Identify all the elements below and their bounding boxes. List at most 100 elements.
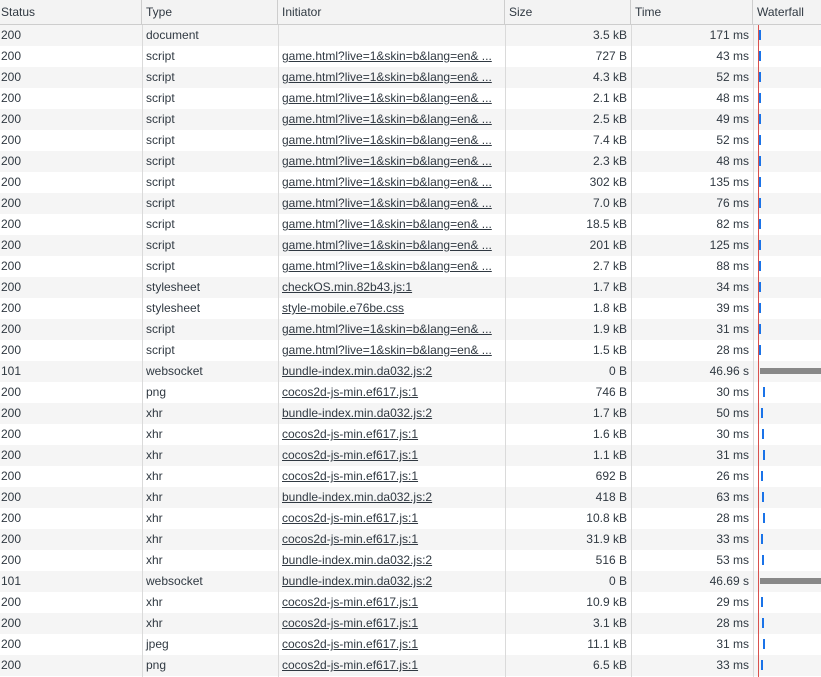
column-header-waterfall[interactable]: Waterfall [753,0,821,24]
column-header-initiator[interactable]: Initiator [278,0,505,24]
table-row[interactable]: 200 script game.html?live=1&skin=b&lang=en… [0,109,821,130]
time-cell: 39 ms [716,301,749,315]
initiator-link[interactable]: bundle-index.min.da032.js:2 [282,490,432,504]
type-cell: script [146,112,175,126]
table-row[interactable]: 200 script game.html?live=1&skin=b&lang=en… [0,256,821,277]
column-header-time[interactable]: Time [631,0,753,24]
time-cell: 48 ms [716,91,749,105]
size-cell: 6.5 kB [592,658,627,672]
initiator-link[interactable]: style-mobile.e76be.css [282,301,404,315]
type-cell: png [146,385,167,399]
table-row[interactable]: 200 xhr cocos2d-js-min.ef617.js:1 692 B 26 m… [0,466,821,487]
size-cell: 0 B [608,364,627,378]
initiator-link[interactable]: cocos2d-js-min.ef617.js:1 [282,448,418,462]
type-cell: script [146,49,175,63]
column-header-type[interactable]: Type [142,0,278,24]
initiator-cell [278,25,505,46]
table-row[interactable]: 200 script game.html?live=1&skin=b&lang=en… [0,67,821,88]
table-row[interactable]: 200 xhr cocos2d-js-min.ef617.js:1 1.6 kB 30 … [0,424,821,445]
initiator-link[interactable]: cocos2d-js-min.ef617.js:1 [282,595,418,609]
initiator-link[interactable]: checkOS.min.82b43.js:1 [282,280,412,294]
initiator-link[interactable]: cocos2d-js-min.ef617.js:1 [282,511,418,525]
table-row[interactable]: 200 document 3.5 kB 171 ms [0,25,821,46]
table-row[interactable]: 200 script game.html?live=1&skin=b&lang=en… [0,193,821,214]
initiator-link[interactable]: game.html?live=1&skin=b&lang=en& ... [282,217,492,231]
table-row[interactable]: 200 script game.html?live=1&skin=b&lang=en… [0,151,821,172]
table-row[interactable]: 200 script game.html?live=1&skin=b&lang=en… [0,88,821,109]
initiator-link[interactable]: game.html?live=1&skin=b&lang=en& ... [282,259,492,273]
table-row[interactable]: 200 xhr bundle-index.min.da032.js:2 516 B 53… [0,550,821,571]
initiator-link[interactable]: game.html?live=1&skin=b&lang=en& ... [282,91,492,105]
type-cell: xhr [146,448,163,462]
initiator-link[interactable]: cocos2d-js-min.ef617.js:1 [282,658,418,672]
initiator-cell: game.html?live=1&skin=b&lang=en& ... [278,340,505,361]
initiator-cell: cocos2d-js-min.ef617.js:1 [278,382,505,403]
waterfall-cell [753,550,821,571]
table-row[interactable]: 200 xhr cocos2d-js-min.ef617.js:1 31.9 kB 33… [0,529,821,550]
column-divider [142,25,143,677]
table-row[interactable]: 200 xhr bundle-index.min.da032.js:2 418 B 63… [0,487,821,508]
column-divider [505,25,506,677]
initiator-link[interactable]: cocos2d-js-min.ef617.js:1 [282,637,418,651]
table-row[interactable]: 200 stylesheet style-mobile.e76be.css 1.8 k… [0,298,821,319]
initiator-link[interactable]: bundle-index.min.da032.js:2 [282,553,432,567]
table-row[interactable]: 200 xhr bundle-index.min.da032.js:2 1.7 kB 5… [0,403,821,424]
table-row[interactable]: 200 script game.html?live=1&skin=b&lang=en… [0,340,821,361]
waterfall-bar [759,177,761,187]
waterfall-cell [753,172,821,193]
waterfall-bar [759,51,761,61]
initiator-link[interactable]: cocos2d-js-min.ef617.js:1 [282,469,418,483]
initiator-link[interactable]: game.html?live=1&skin=b&lang=en& ... [282,112,492,126]
initiator-link[interactable]: game.html?live=1&skin=b&lang=en& ... [282,343,492,357]
initiator-link[interactable]: game.html?live=1&skin=b&lang=en& ... [282,196,492,210]
initiator-link[interactable]: cocos2d-js-min.ef617.js:1 [282,427,418,441]
table-row[interactable]: 200 script game.html?live=1&skin=b&lang=en… [0,172,821,193]
initiator-link[interactable]: bundle-index.min.da032.js:2 [282,364,432,378]
initiator-link[interactable]: game.html?live=1&skin=b&lang=en& ... [282,70,492,84]
time-cell: 50 ms [716,406,749,420]
size-cell: 1.6 kB [592,427,627,441]
time-cell: 30 ms [716,385,749,399]
initiator-link[interactable]: cocos2d-js-min.ef617.js:1 [282,616,418,630]
initiator-link[interactable]: game.html?live=1&skin=b&lang=en& ... [282,175,492,189]
table-row[interactable]: 200 xhr cocos2d-js-min.ef617.js:1 3.1 kB 28 … [0,613,821,634]
initiator-link[interactable]: game.html?live=1&skin=b&lang=en& ... [282,133,492,147]
table-row[interactable]: 200 png cocos2d-js-min.ef617.js:1 6.5 kB 33 … [0,655,821,676]
initiator-link[interactable]: game.html?live=1&skin=b&lang=en& ... [282,154,492,168]
waterfall-bar [762,492,764,502]
table-row[interactable]: 200 png cocos2d-js-min.ef617.js:1 746 B 30 m… [0,382,821,403]
table-row[interactable]: 200 script game.html?live=1&skin=b&lang=en… [0,46,821,67]
table-row[interactable]: 200 script game.html?live=1&skin=b&lang=en… [0,214,821,235]
initiator-link[interactable]: cocos2d-js-min.ef617.js:1 [282,385,418,399]
table-row[interactable]: 200 script game.html?live=1&skin=b&lang=en… [0,319,821,340]
table-row[interactable]: 101 websocket bundle-index.min.da032.js:2 0… [0,361,821,382]
type-cell: script [146,91,175,105]
initiator-link[interactable]: cocos2d-js-min.ef617.js:1 [282,532,418,546]
waterfall-cell [753,508,821,529]
initiator-link[interactable]: bundle-index.min.da032.js:2 [282,574,432,588]
initiator-link[interactable]: bundle-index.min.da032.js:2 [282,406,432,420]
type-cell: xhr [146,469,163,483]
waterfall-cell [753,445,821,466]
status-cell: 200 [1,175,22,189]
initiator-link[interactable]: game.html?live=1&skin=b&lang=en& ... [282,322,492,336]
waterfall-cell [753,235,821,256]
waterfall-bar [763,639,765,649]
table-row[interactable]: 101 websocket bundle-index.min.da032.js:2 0… [0,571,821,592]
column-header-status[interactable]: Status [0,0,142,24]
table-row[interactable]: 200 stylesheet checkOS.min.82b43.js:1 1.7 k… [0,277,821,298]
table-row[interactable]: 200 xhr cocos2d-js-min.ef617.js:1 10.9 kB 29… [0,592,821,613]
initiator-link[interactable]: game.html?live=1&skin=b&lang=en& ... [282,49,492,63]
table-row[interactable]: 200 script game.html?live=1&skin=b&lang=en… [0,235,821,256]
time-cell: 48 ms [716,154,749,168]
table-row[interactable]: 200 xhr cocos2d-js-min.ef617.js:1 10.8 kB 28… [0,508,821,529]
table-row[interactable]: 200 script game.html?live=1&skin=b&lang=en… [0,130,821,151]
waterfall-bar [759,324,761,334]
table-row[interactable]: 200 jpeg cocos2d-js-min.ef617.js:1 11.1 kB 3… [0,634,821,655]
column-header-size[interactable]: Size [505,0,631,24]
table-row[interactable]: 200 xhr cocos2d-js-min.ef617.js:1 1.1 kB 31 … [0,445,821,466]
initiator-cell: cocos2d-js-min.ef617.js:1 [278,424,505,445]
size-cell: 31.9 kB [586,532,627,546]
waterfall-cell [753,487,821,508]
initiator-link[interactable]: game.html?live=1&skin=b&lang=en& ... [282,238,492,252]
